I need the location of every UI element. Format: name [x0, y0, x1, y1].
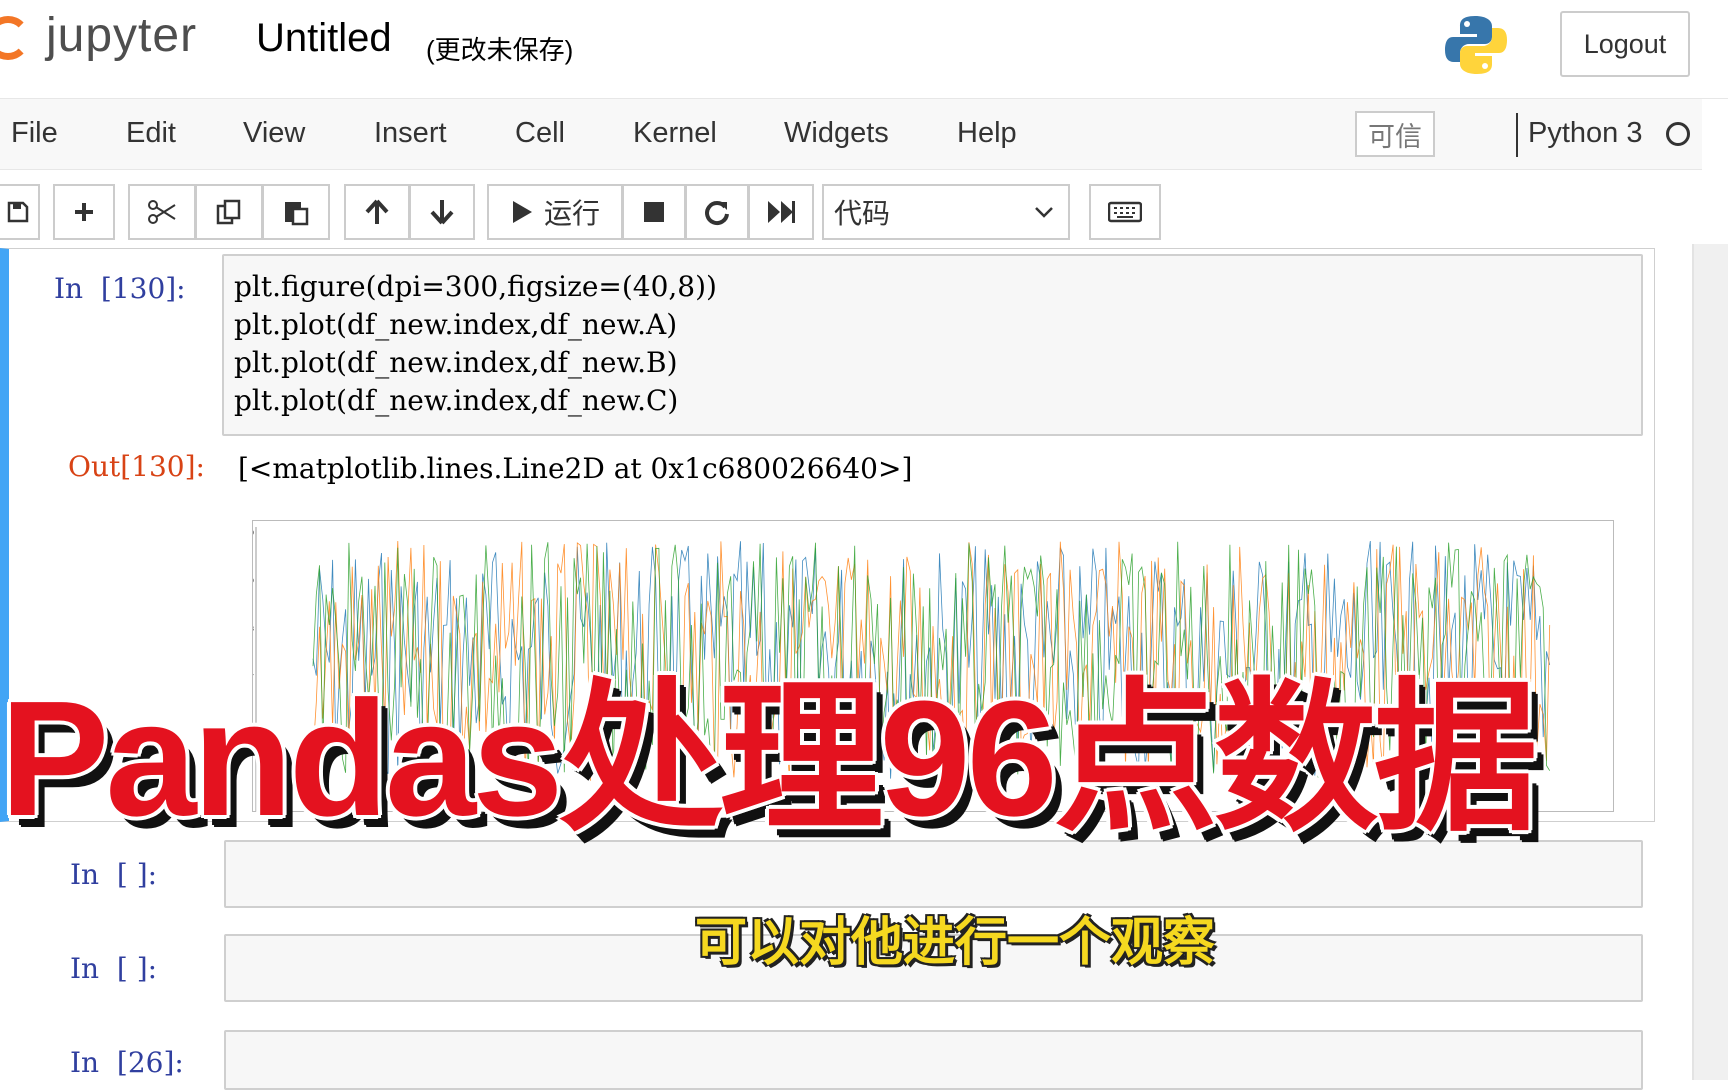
menu-help[interactable]: Help [957, 117, 1017, 150]
code-text: plt.plot(df_new.index,df_new.B) [234, 346, 678, 379]
jupyter-logo-icon[interactable] [0, 16, 30, 60]
code-text: plt.figure(dpi=300,figsize=(40,8)) [234, 270, 717, 303]
input-prompt: In [26]: [70, 1046, 184, 1079]
header: jupyter Untitled (更改未保存) Logout [0, 0, 1728, 99]
cell-type-select[interactable]: 代码 [822, 184, 1070, 240]
code-text: plt.plot(df_new.index,df_new.C) [234, 384, 679, 417]
kernel-separator [1516, 113, 1518, 157]
code-line: plt.figure(dpi=300,figsize=(40,8)) [234, 270, 717, 303]
input-prompt: In [130]: [54, 272, 186, 305]
menubar: File Edit View Insert Cell Kernel Widget… [0, 99, 1702, 170]
paste-icon [285, 202, 309, 226]
run-all-button[interactable] [748, 184, 814, 240]
arrow-up-icon [365, 199, 389, 224]
run-label: 运行 [543, 198, 600, 229]
kernel-idle-icon [1666, 122, 1690, 146]
paste-button[interactable] [262, 184, 330, 240]
video-subtitle: 可以对他进行一个观察 [694, 914, 1215, 972]
scissors-icon [148, 200, 176, 224]
menu-cell[interactable]: Cell [515, 117, 565, 150]
trusted-indicator[interactable]: 可信 [1355, 111, 1435, 157]
save-button[interactable] [0, 184, 40, 240]
notebook-title[interactable]: Untitled [256, 16, 392, 61]
python-logo-icon [1445, 16, 1507, 74]
cut-button[interactable] [128, 184, 196, 240]
video-title-overlay: Pandas处理96点数据 [0, 667, 1538, 850]
code-text: plt.plot(df_new.index,df_new.A) [234, 308, 678, 341]
run-button[interactable]: 运行 [487, 184, 623, 240]
menu-kernel[interactable]: Kernel [633, 117, 717, 150]
toolbar: 运行 代码 [0, 172, 1728, 242]
play-icon [512, 201, 532, 223]
code-line: plt.plot(df_new.index,df_new.B) [234, 346, 678, 379]
insert-cell-button[interactable] [53, 184, 115, 240]
code-line: plt.plot(df_new.index,df_new.C) [234, 384, 678, 417]
kernel-name[interactable]: Python 3 [1528, 117, 1642, 150]
save-icon [7, 201, 29, 223]
code-cell[interactable] [224, 1030, 1643, 1090]
copy-button[interactable] [195, 184, 263, 240]
plus-icon [75, 203, 93, 221]
menu-file[interactable]: File [11, 117, 58, 150]
menu-view[interactable]: View [243, 117, 305, 150]
move-down-button[interactable] [409, 184, 475, 240]
logout-button[interactable]: Logout [1560, 11, 1690, 77]
menu-insert[interactable]: Insert [374, 117, 447, 150]
restart-icon [705, 201, 729, 226]
y-tick-label: 0.9 [253, 577, 254, 585]
arrow-down-icon [430, 200, 454, 225]
output-prompt: Out[130]: [68, 450, 205, 483]
fast-forward-icon [768, 201, 795, 223]
copy-icon [216, 199, 241, 225]
restart-button[interactable] [685, 184, 749, 240]
y-tick-label: 1.0 [253, 529, 254, 537]
menu-edit[interactable]: Edit [126, 117, 176, 150]
save-status: (更改未保存) [426, 35, 574, 65]
interrupt-button[interactable] [622, 184, 686, 240]
chevron-down-icon [1035, 207, 1053, 218]
code-line: plt.plot(df_new.index,df_new.A) [234, 308, 677, 341]
keyboard-icon [1108, 201, 1142, 223]
stop-icon [644, 202, 664, 222]
menu-widgets[interactable]: Widgets [784, 117, 889, 150]
move-up-button[interactable] [344, 184, 410, 240]
jupyter-logo-text[interactable]: jupyter [46, 8, 197, 63]
output-text: [<matplotlib.lines.Line2D at 0x1c6800266… [238, 452, 913, 485]
command-palette-button[interactable] [1089, 184, 1161, 240]
cell-type-value: 代码 [834, 198, 891, 229]
